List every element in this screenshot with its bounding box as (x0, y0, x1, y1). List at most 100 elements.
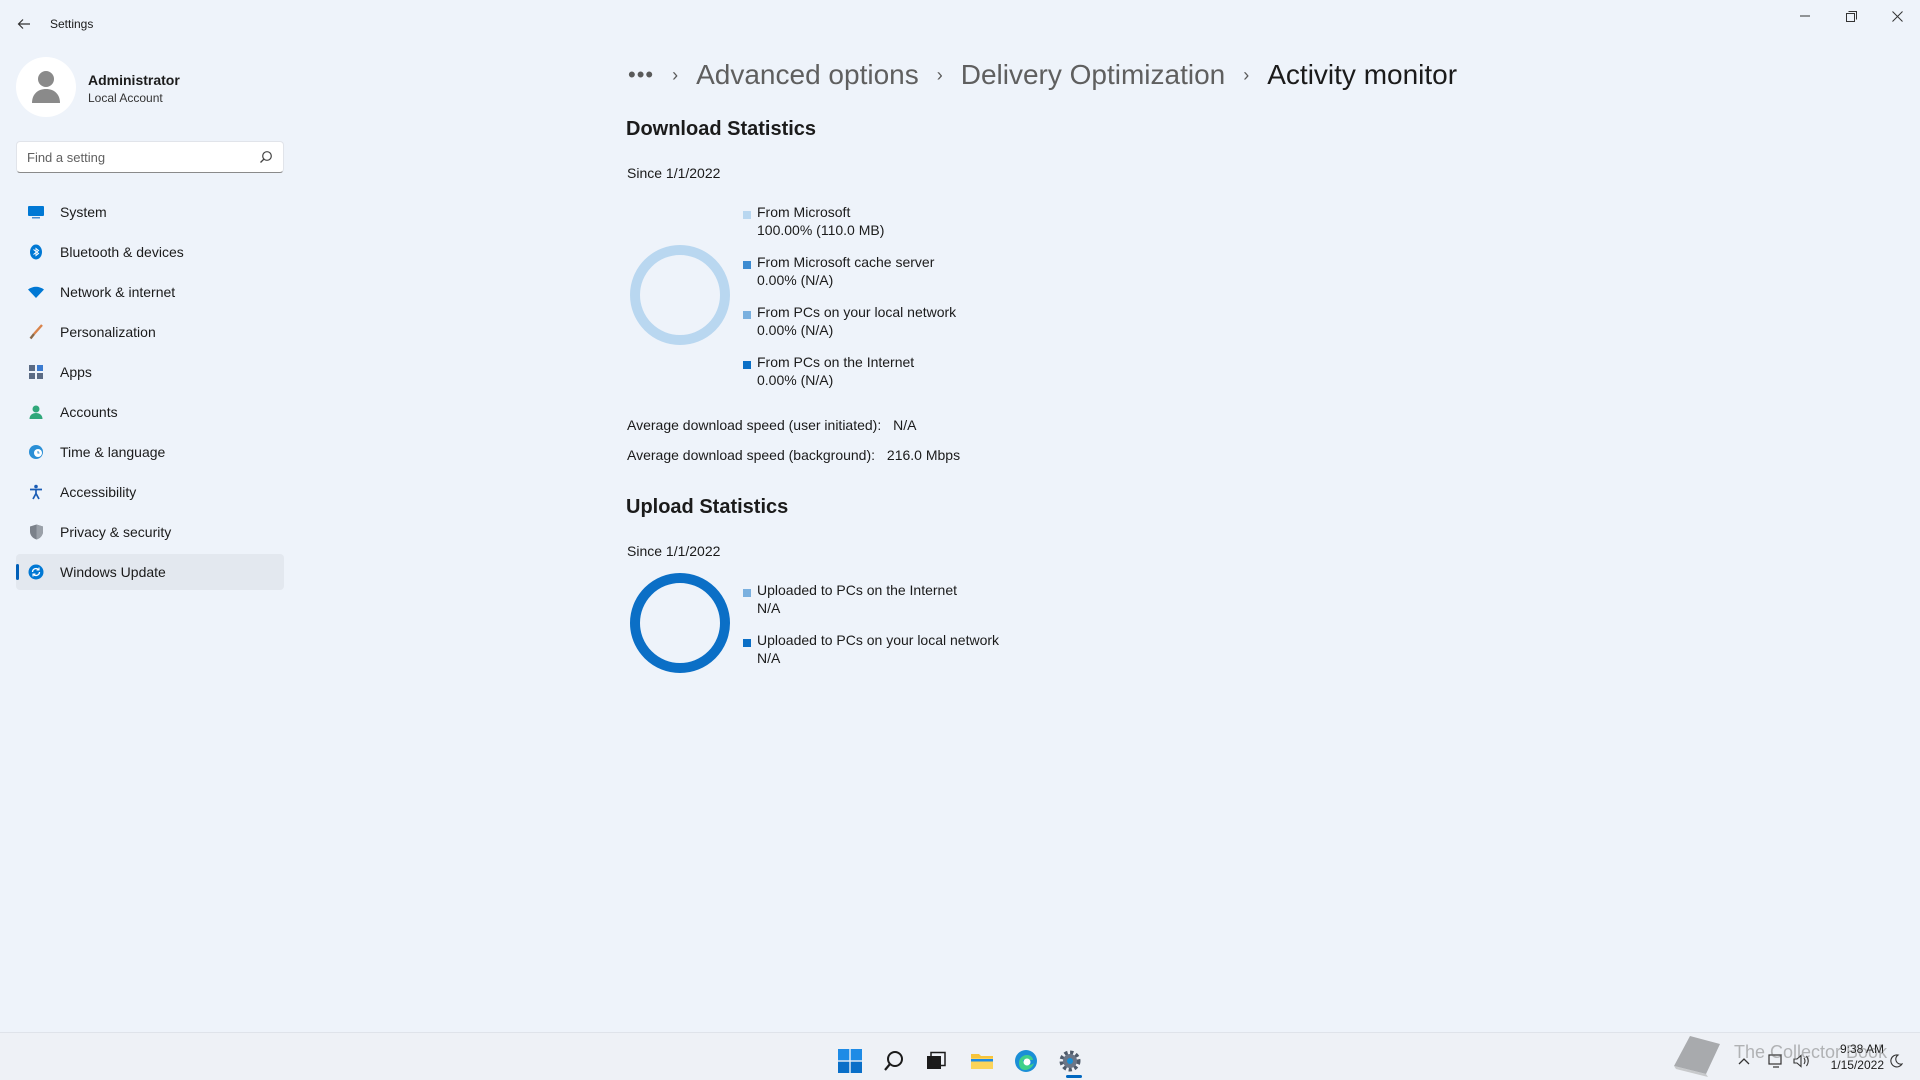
donut-segment-upload (630, 573, 730, 673)
task-view-button[interactable] (916, 1041, 956, 1080)
sidebar-item-label: Windows Update (60, 564, 166, 580)
sidebar-item-privacy-security[interactable]: Privacy & security (16, 514, 284, 550)
taskbar: 9:38 AM 1/15/2022 (0, 1032, 1920, 1080)
gear-icon (1059, 1050, 1081, 1072)
sidebar-item-label: Accounts (60, 404, 118, 420)
sidebar-item-apps[interactable]: Apps (16, 354, 284, 390)
breadcrumb-chevron-icon: › (672, 64, 679, 85)
breadcrumb-chevron-icon: › (936, 64, 943, 85)
task-view-icon (927, 1051, 946, 1069)
legend-swatch (743, 361, 751, 369)
sidebar-item-label: Privacy & security (60, 524, 172, 540)
start-button[interactable] (830, 1041, 870, 1080)
profile-account-type: Local Account (88, 91, 163, 105)
legend-swatch (743, 261, 751, 269)
book-logo-icon (1674, 1036, 1720, 1077)
title-bar: Settings (0, 0, 1920, 48)
legend-swatch (743, 211, 751, 219)
accessibility-icon (27, 483, 45, 501)
upload-donut-chart (630, 573, 730, 673)
windows-logo-icon (838, 1049, 862, 1073)
sidebar-item-label: Network & internet (60, 284, 176, 300)
breadcrumb-advanced-options[interactable]: Advanced options (696, 59, 919, 91)
search-placeholder: Find a setting (27, 150, 106, 165)
watermark-text: The Collector Book (1734, 1042, 1888, 1062)
download-statistics-heading: Download Statistics (626, 118, 817, 140)
search-input[interactable]: Find a setting (16, 141, 284, 173)
sidebar-item-accounts[interactable]: Accounts (16, 394, 284, 430)
legend-name: From Microsoft cache server (757, 254, 935, 270)
watermark: The Collector Book (1668, 1028, 1887, 1078)
minimize-icon (1800, 15, 1810, 17)
avatar (16, 57, 76, 117)
legend-value: 0.00% (N/A) (757, 272, 834, 288)
sidebar-item-label: Accessibility (60, 484, 137, 500)
sidebar-item-network-internet[interactable]: Network & internet (16, 274, 284, 310)
sidebar-item-accessibility[interactable]: Accessibility (16, 474, 284, 510)
close-icon (1891, 10, 1903, 22)
accounts-icon (27, 403, 45, 421)
legend-value: 0.00% (N/A) (757, 322, 834, 338)
legend-swatch (743, 589, 751, 597)
bluetooth-icon (27, 243, 45, 261)
upload-since-label: Since 1/1/2022 (627, 543, 721, 559)
legend-swatch (743, 639, 751, 647)
wifi-icon (27, 283, 45, 301)
legend-name: Uploaded to PCs on the Internet (757, 582, 958, 598)
sidebar-item-system[interactable]: System (16, 194, 284, 230)
user-avatar-icon (32, 71, 60, 103)
sidebar-item-label: Time & language (60, 444, 166, 460)
search-icon[interactable] (259, 150, 273, 164)
sidebar-item-label: Personalization (60, 324, 156, 340)
sidebar-item-label: Apps (60, 364, 92, 380)
file-explorer-button[interactable] (962, 1041, 1002, 1080)
sidebar-item-bluetooth-devices[interactable]: Bluetooth & devices (16, 234, 284, 270)
legend-value: N/A (757, 600, 781, 616)
edge-icon (1015, 1050, 1037, 1072)
minimize-button[interactable] (1782, 0, 1828, 32)
back-arrow-icon (17, 19, 30, 29)
sidebar-item-time-language[interactable]: Time & language (16, 434, 284, 470)
legend-name: From Microsoft (757, 204, 851, 220)
breadcrumb-more-button[interactable]: ••• (628, 64, 654, 86)
legend-swatch (743, 311, 751, 319)
folder-icon (971, 1054, 993, 1069)
breadcrumb-delivery-optimization[interactable]: Delivery Optimization (961, 59, 1226, 91)
donut-segment-from-microsoft (630, 245, 730, 345)
breadcrumb-chevron-icon: › (1243, 64, 1250, 85)
download-donut-chart (630, 245, 730, 345)
system-icon (27, 203, 45, 221)
avg-download-background-row: Average download speed (background): 216… (627, 447, 960, 463)
breadcrumb: ••• › Advanced options › Delivery Optimi… (628, 55, 1457, 95)
user-profile[interactable]: Administrator Local Account (16, 57, 286, 117)
apps-icon (27, 363, 45, 381)
legend-name: Uploaded to PCs on your local network (757, 632, 1000, 648)
avg-download-background-label: Average download speed (background): (627, 447, 876, 463)
restore-icon (1845, 10, 1857, 22)
edge-browser-button[interactable] (1006, 1041, 1046, 1080)
avg-download-user-row: Average download speed (user initiated):… (627, 417, 916, 433)
sidebar-item-windows-update[interactable]: Windows Update (16, 554, 284, 590)
sidebar-item-label: System (60, 204, 107, 220)
taskbar-search-button[interactable] (874, 1041, 914, 1080)
update-icon (27, 563, 45, 581)
back-button[interactable] (10, 10, 38, 38)
legend-name: From PCs on your local network (757, 304, 957, 320)
sidebar-nav: System Bluetooth & devices Network & int… (16, 194, 284, 594)
sidebar-item-label: Bluetooth & devices (60, 244, 184, 260)
globe-clock-icon (27, 443, 45, 461)
search-icon (884, 1051, 903, 1071)
legend-value: 100.00% (110.0 MB) (757, 222, 885, 238)
legend-value: N/A (757, 650, 781, 666)
profile-name: Administrator (88, 72, 180, 88)
close-button[interactable] (1874, 0, 1920, 32)
window-title: Settings (50, 17, 94, 31)
restore-button[interactable] (1828, 0, 1874, 32)
shield-icon (27, 523, 45, 541)
legend-value: 0.00% (N/A) (757, 372, 834, 388)
legend-name: From PCs on the Internet (757, 354, 915, 370)
brush-icon (27, 323, 45, 341)
avg-download-user-value: N/A (893, 417, 917, 433)
avg-download-user-label: Average download speed (user initiated): (627, 417, 882, 433)
sidebar-item-personalization[interactable]: Personalization (16, 314, 284, 350)
